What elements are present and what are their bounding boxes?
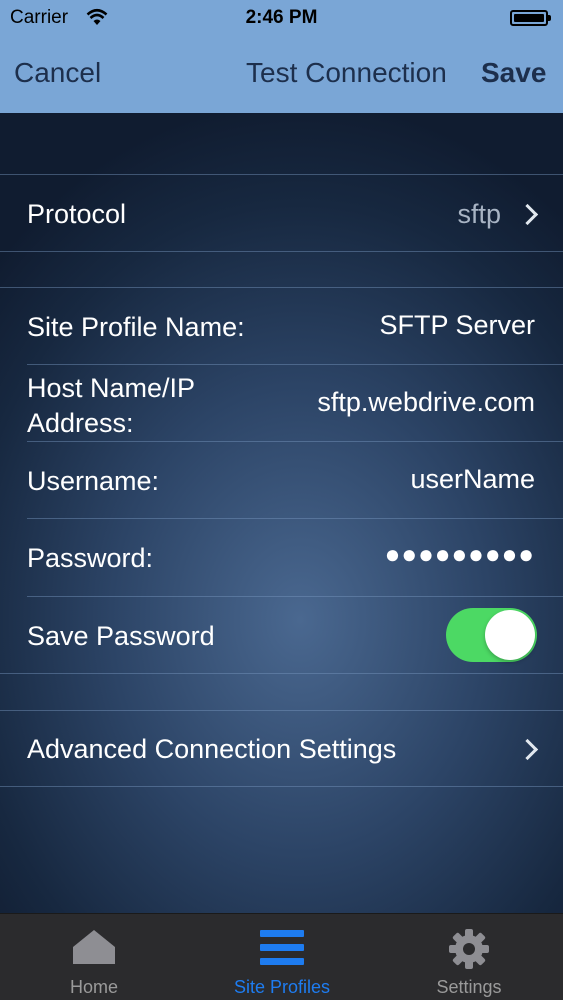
username-row[interactable]: Username: userName [0,442,563,518]
save-password-label: Save Password [27,621,215,651]
password-row[interactable]: Password: ●●●●●●●●● [0,519,563,596]
host-name-label-line2: Address: [27,408,134,438]
tab-site-profiles-label: Site Profiles [233,977,331,997]
test-connection-button[interactable]: Test Connection [246,57,447,89]
tab-home-label: Home [69,977,118,997]
cancel-button[interactable]: Cancel [14,57,101,89]
chevron-right-icon [516,203,539,226]
save-password-toggle[interactable] [446,608,537,662]
host-name-label-line1: Host Name/IP [27,373,196,403]
gear-icon [449,929,489,969]
password-field[interactable]: ●●●●●●●●● [385,539,535,570]
protocol-row[interactable]: Protocol sftp [0,175,563,251]
navigation-bar: Carrier 2:46 PM Cancel Test Connection S… [0,0,563,113]
tab-bar: Home Site Profiles Settings [0,913,563,1000]
save-button[interactable]: Save [481,57,546,89]
site-profile-name-field[interactable]: SFTP Server [379,310,535,341]
username-field[interactable]: userName [410,464,535,495]
home-icon [73,930,115,964]
host-name-field[interactable]: sftp.webdrive.com [317,387,535,418]
protocol-label: Protocol [27,199,127,229]
battery-icon [510,10,551,26]
divider [0,251,563,252]
advanced-settings-label: Advanced Connection Settings [27,734,397,764]
site-profile-name-label: Site Profile Name: [27,312,245,342]
clock: 2:46 PM [245,7,318,28]
divider [0,673,563,674]
advanced-settings-row[interactable]: Advanced Connection Settings [0,711,563,786]
password-label: Password: [27,543,154,573]
tab-settings-label: Settings [436,977,502,997]
site-profile-name-row[interactable]: Site Profile Name: SFTP Server [0,288,563,364]
host-name-row[interactable]: Host Name/IP Address: sftp.webdrive.com [0,365,563,441]
screen: Carrier 2:46 PM Cancel Test Connection S… [0,0,563,1000]
tab-home[interactable]: Home [0,914,188,1000]
tab-settings[interactable]: Settings [375,914,563,1000]
status-bar: Carrier 2:46 PM [0,0,563,36]
tab-site-profiles[interactable]: Site Profiles [188,914,376,1000]
list-icon [260,930,304,965]
protocol-value: sftp [457,199,501,229]
divider [0,786,563,787]
chevron-right-icon [516,738,539,761]
username-label: Username: [27,466,160,496]
toggle-knob [485,610,535,660]
host-name-label: Host Name/IP Address: [27,371,195,441]
